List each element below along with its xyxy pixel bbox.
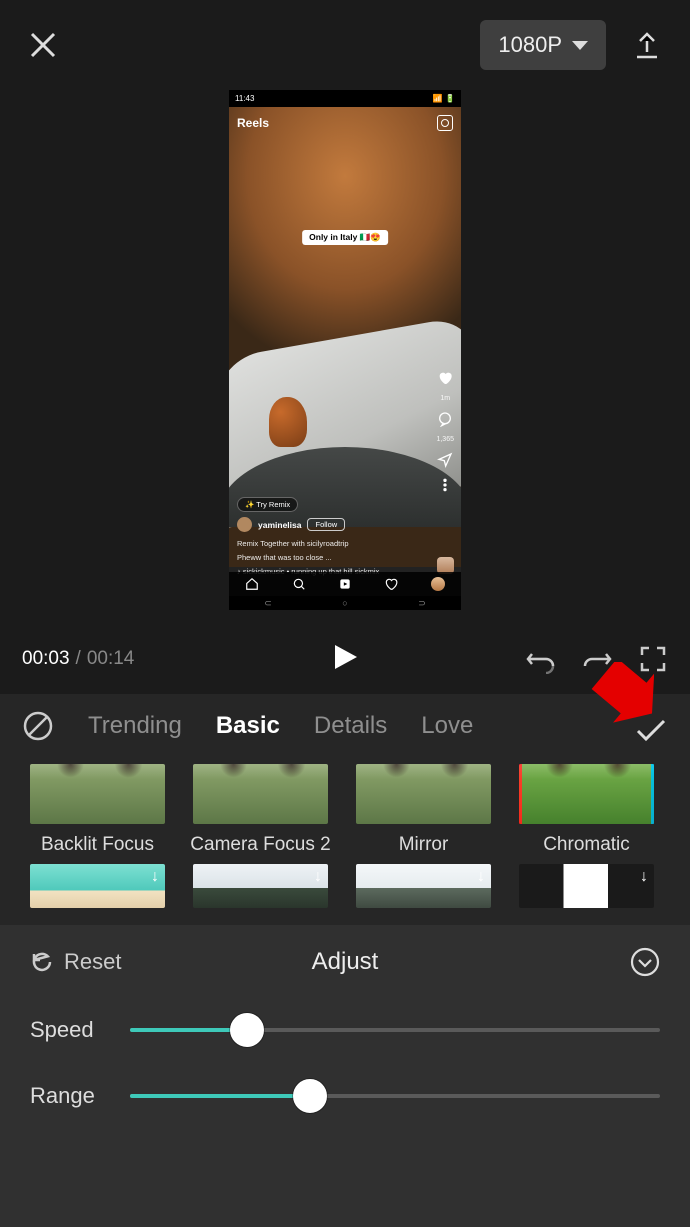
no-effect-icon[interactable] (22, 710, 54, 742)
slider-speed[interactable]: Speed (30, 1017, 660, 1043)
effects-tabs: Trending Basic Details Love (0, 694, 690, 758)
effect-row2-item-3[interactable] (356, 864, 491, 908)
preview-area: 11:43 📶 🔋 Reels Only in Italy 🇮🇹😍 1m 1,3… (0, 90, 690, 620)
caption-overlay: Only in Italy 🇮🇹😍 (302, 230, 388, 245)
effect-chromatic[interactable]: Chromatic (519, 764, 654, 856)
speed-track[interactable] (130, 1028, 660, 1032)
slider-range[interactable]: Range (30, 1083, 660, 1109)
confirm-check-icon[interactable] (632, 712, 668, 748)
adjust-title: Adjust (312, 948, 379, 976)
tab-basic[interactable]: Basic (216, 712, 280, 740)
redo-icon[interactable] (582, 644, 612, 674)
effect-camera-focus-2[interactable]: Camera Focus 2 (193, 764, 328, 856)
fullscreen-icon[interactable] (638, 644, 668, 674)
chevron-down-icon (572, 41, 588, 50)
android-nav: ⊂○⊃ (229, 596, 461, 610)
try-remix-pill: ✨ Try Remix (237, 497, 298, 512)
more-icon (437, 477, 453, 493)
undo-icon[interactable] (526, 644, 556, 674)
reels-header: Reels (229, 115, 461, 131)
effect-row2-item-2[interactable] (193, 864, 328, 908)
reset-button[interactable]: Reset (30, 949, 121, 975)
collapse-icon[interactable] (630, 947, 660, 977)
tab-love[interactable]: Love (421, 712, 473, 740)
resolution-label: 1080P (498, 32, 562, 58)
phone-status-bar: 11:43 📶 🔋 (229, 90, 461, 107)
resolution-selector[interactable]: 1080P (480, 20, 606, 70)
app-root: 1080P 11:43 📶 🔋 Reels Only in Italy 🇮🇹😍 (0, 0, 690, 1227)
ig-bottom-nav (229, 572, 461, 596)
range-track[interactable] (130, 1094, 660, 1098)
effect-row2-item-4[interactable] (519, 864, 654, 908)
effect-backlit-focus[interactable]: Backlit Focus (30, 764, 165, 856)
follow-button: Follow (307, 518, 345, 531)
effects-panel: Trending Basic Details Love Backlit Focu… (0, 694, 690, 925)
video-preview[interactable]: 11:43 📶 🔋 Reels Only in Italy 🇮🇹😍 1m 1,3… (229, 90, 461, 610)
tab-details[interactable]: Details (314, 712, 387, 740)
comment-icon (437, 411, 453, 427)
user-row: yaminelisa Follow (237, 517, 345, 532)
effect-mirror[interactable]: Mirror (356, 764, 491, 856)
heart-icon (437, 370, 453, 386)
close-icon[interactable] (28, 30, 58, 60)
export-icon[interactable] (632, 30, 662, 60)
engagement-rail: 1m 1,365 (436, 370, 454, 493)
effect-row2-item-1[interactable] (30, 864, 165, 908)
top-bar: 1080P (0, 0, 690, 90)
playback-bar: 00:03/00:14 (0, 622, 690, 696)
share-icon (437, 452, 453, 468)
avatar (237, 517, 252, 532)
camera-icon (437, 115, 453, 131)
play-button[interactable] (329, 641, 361, 678)
adjust-panel: Reset Adjust Speed Range (0, 925, 690, 1227)
speed-knob[interactable] (230, 1013, 264, 1047)
tab-trending[interactable]: Trending (88, 712, 182, 740)
time-display: 00:03/00:14 (22, 648, 134, 670)
range-knob[interactable] (293, 1079, 327, 1113)
effects-grid: Backlit Focus Camera Focus 2 Mirror Chro… (0, 758, 690, 916)
